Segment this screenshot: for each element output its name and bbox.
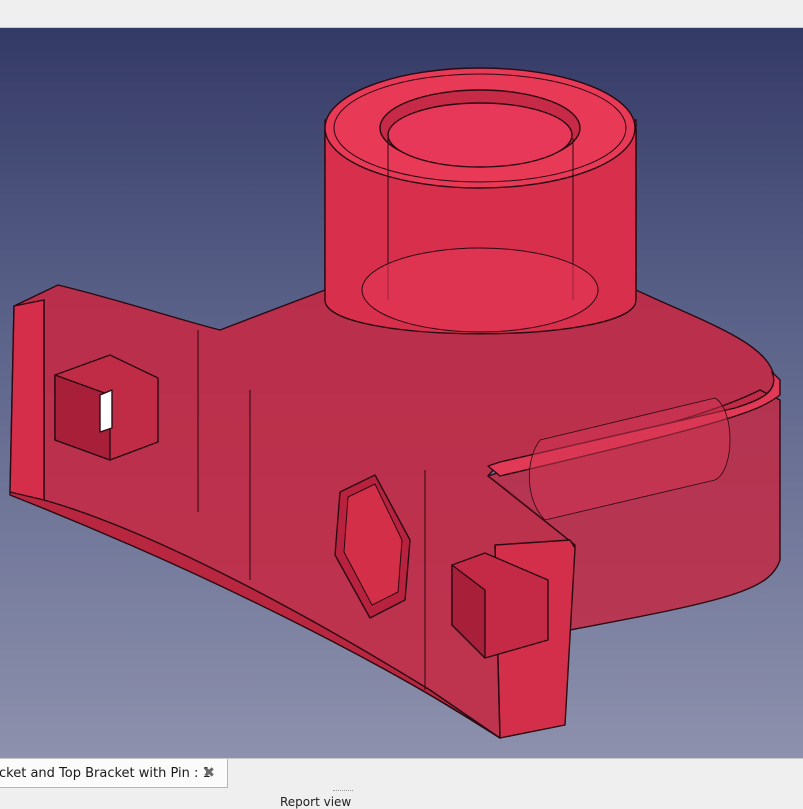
report-view-title: Report view (280, 795, 352, 809)
strap-left-end (9, 299, 45, 501)
top-toolbar-strip (0, 0, 803, 28)
close-icon[interactable]: ✖ (203, 765, 215, 781)
document-tab-bar: cket and Top Bracket with Pin : 1 ✖ (0, 758, 803, 789)
report-view-panel (0, 788, 803, 803)
tab-label: cket and Top Bracket with Pin : 1 (0, 765, 211, 781)
cylinder-bore (387, 102, 573, 168)
panel-resize-grip[interactable] (333, 790, 353, 793)
3d-viewport[interactable] (0, 28, 803, 758)
document-tab[interactable]: cket and Top Bracket with Pin : 1 ✖ (0, 759, 228, 788)
bracket-model (9, 67, 781, 739)
